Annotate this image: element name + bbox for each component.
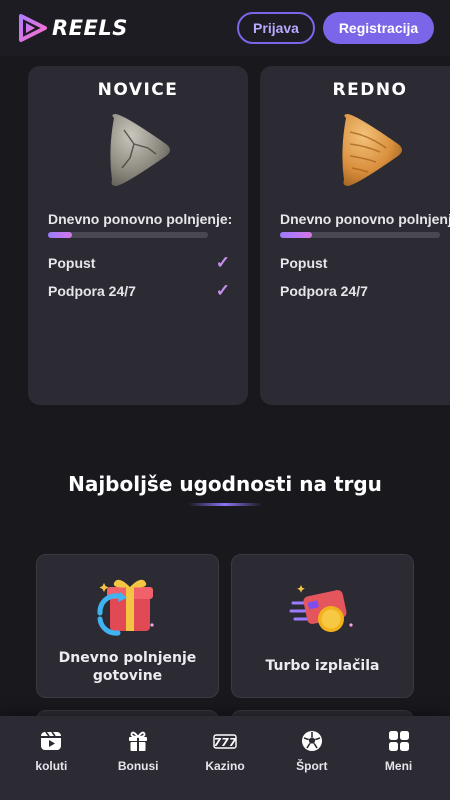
- perk-label: Podpora 24/7: [280, 283, 368, 299]
- check-icon: ✓: [215, 281, 230, 300]
- gift-refresh-icon: [96, 579, 154, 636]
- nav-label: Meni: [384, 759, 413, 773]
- level-name: REDNO: [332, 80, 408, 100]
- reload-progress-bar: [280, 232, 440, 238]
- perk-discount: Popust: [280, 255, 450, 271]
- daily-reload-label: Dnevno ponovno polnjenje:: [48, 211, 233, 227]
- flying-coin-card-icon: [289, 585, 353, 632]
- soccer-ball-icon: [301, 731, 322, 751]
- nav-label: Bonusi: [117, 759, 159, 773]
- check-icon: ✓: [215, 253, 230, 272]
- nav-item-bonuses[interactable]: Bonusi: [100, 716, 176, 773]
- feature-title: Dnevno polnjenje gotovine: [58, 650, 197, 684]
- nav-label: koluti: [35, 759, 68, 773]
- perk-label: Popust: [280, 255, 328, 271]
- bottom-nav: koluti Bonusi 777 Kazino Šport Meni: [0, 716, 450, 800]
- nav-item-menu[interactable]: Meni: [361, 716, 437, 773]
- page: REELS Prijava Registracija NOVICE Dnevno…: [0, 0, 450, 800]
- level-card-regular: REDNO Dnevno ponovno polnjenje: Popust P…: [260, 66, 450, 405]
- perk-discount: Popust ✓: [48, 253, 230, 272]
- section-title: Najboljše ugodnosti na trgu: [68, 472, 382, 496]
- login-button[interactable]: Prijava: [237, 12, 315, 44]
- register-button[interactable]: Registracija: [323, 12, 434, 44]
- nav-item-sport[interactable]: Šport: [274, 716, 350, 773]
- perk-support: Podpora 24/7 ✓: [48, 281, 230, 300]
- reels-video-icon: [41, 731, 62, 750]
- feature-card-daily-cash[interactable]: Dnevno polnjenje gotovine: [36, 554, 219, 698]
- reload-progress-fill: [48, 232, 72, 238]
- reels-logo[interactable]: REELS: [16, 13, 128, 43]
- level-name: NOVICE: [97, 80, 179, 100]
- perk-label: Podpora 24/7: [48, 283, 136, 299]
- reload-progress-fill: [280, 232, 312, 238]
- nav-label: Šport: [296, 759, 328, 773]
- reels-logo-icon: [19, 14, 47, 42]
- grid-menu-icon: [388, 731, 409, 751]
- svg-text:777: 777: [214, 736, 237, 749]
- reload-progress-bar: [48, 232, 208, 238]
- section-underline: [188, 503, 262, 506]
- level-card-novice: NOVICE Dnevno ponovno polnjenje: Popust …: [28, 66, 248, 405]
- nav-label: Kazino: [205, 759, 245, 773]
- perk-support: Podpora 24/7: [280, 283, 450, 299]
- header-actions: Prijava Registracija: [237, 12, 434, 44]
- perk-label: Popust: [48, 255, 96, 271]
- nav-item-reels[interactable]: koluti: [13, 716, 89, 773]
- feature-title: Turbo izplačila: [265, 658, 380, 674]
- logo-text: REELS: [52, 16, 128, 40]
- slot-777-icon: 777: [213, 734, 237, 749]
- top-header: REELS Prijava Registracija: [0, 0, 450, 56]
- stone-triangle-icon: [110, 114, 170, 186]
- gift-icon: [129, 731, 148, 751]
- wood-triangle-icon: [342, 114, 402, 186]
- nav-item-casino[interactable]: 777 Kazino: [187, 716, 263, 773]
- feature-card-turbo-payouts[interactable]: Turbo izplačila: [231, 554, 414, 698]
- daily-reload-label: Dnevno ponovno polnjenje:: [280, 211, 450, 227]
